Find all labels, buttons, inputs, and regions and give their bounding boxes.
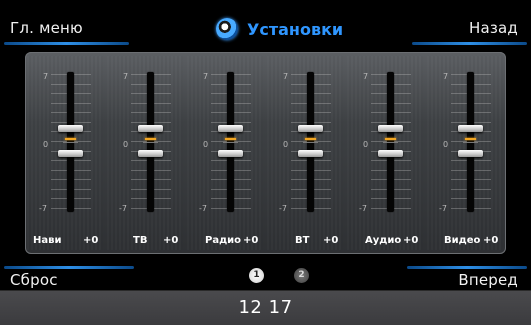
reset-underline: [4, 266, 134, 269]
scale-max-label: 7: [43, 72, 49, 81]
slider-knob[interactable]: [138, 122, 163, 160]
mixer-channel-navi: 7 0 -7 Нави +0: [25, 52, 105, 254]
page-title-group: Установки: [216, 15, 343, 43]
channel-value: +0: [403, 235, 419, 246]
scale-min-label: -7: [359, 204, 367, 213]
scale-zero-label: 0: [283, 140, 289, 149]
status-bar: 12 17: [0, 290, 531, 325]
channel-label: Нави: [33, 235, 62, 246]
scale-zero-label: 0: [363, 140, 369, 149]
scale-max-label: 7: [363, 72, 369, 81]
channel-value: +0: [83, 235, 99, 246]
slider-knob[interactable]: [298, 122, 323, 160]
channel-label: Аудио: [365, 235, 402, 246]
mixer-channel-tv: 7 0 -7 ТВ +0: [105, 52, 185, 254]
slider-knob[interactable]: [458, 122, 483, 160]
mixer-channel-radio: 7 0 -7 Радио +0: [185, 52, 265, 254]
scale-zero-label: 0: [123, 140, 129, 149]
page-indicator-2[interactable]: 2: [294, 268, 309, 283]
channel-value: +0: [163, 235, 179, 246]
channel-label: Радио: [205, 235, 242, 246]
mixer-channel-bt: 7 0 -7 BT +0: [265, 52, 345, 254]
forward-button[interactable]: Вперед: [458, 271, 518, 289]
scale-max-label: 7: [123, 72, 129, 81]
scale-zero-label: 0: [43, 140, 49, 149]
scale-zero-label: 0: [443, 140, 449, 149]
mixer-channel-audio: 7 0 -7 Аудио +0: [345, 52, 425, 254]
slider-knob[interactable]: [378, 122, 403, 160]
scale-min-label: -7: [279, 204, 287, 213]
scale-min-label: -7: [39, 204, 47, 213]
channel-value: +0: [483, 235, 499, 246]
forward-underline: [407, 266, 527, 269]
page-title: Установки: [247, 19, 344, 39]
scale-min-label: -7: [199, 204, 207, 213]
scale-max-label: 7: [443, 72, 449, 81]
main-menu-button[interactable]: Гл. меню: [10, 19, 83, 37]
scale-zero-label: 0: [203, 140, 209, 149]
settings-screen: Гл. меню Установки Назад 7 0 -7 Нави +0 …: [0, 0, 531, 325]
reset-button[interactable]: Сброс: [10, 271, 58, 289]
channel-label: BT: [295, 235, 310, 246]
scale-max-label: 7: [283, 72, 289, 81]
clock: 12 17: [238, 297, 293, 318]
page-indicator-1[interactable]: 1: [249, 268, 264, 283]
main-menu-underline: [4, 42, 129, 45]
back-underline: [412, 42, 527, 45]
channel-label: Видео: [444, 235, 481, 246]
slider-knob[interactable]: [58, 122, 83, 160]
volume-mixer-panel: 7 0 -7 Нави +0 7 0 -7 ТВ +0 7 0 -7 Радио…: [25, 52, 506, 254]
scale-max-label: 7: [203, 72, 209, 81]
mixer-channel-video: 7 0 -7 Видео +0: [425, 52, 505, 254]
back-button[interactable]: Назад: [469, 19, 518, 37]
slider-knob[interactable]: [218, 122, 243, 160]
channel-label: ТВ: [133, 235, 148, 246]
channel-value: +0: [243, 235, 259, 246]
channel-value: +0: [323, 235, 339, 246]
scale-min-label: -7: [119, 204, 127, 213]
scale-min-label: -7: [439, 204, 447, 213]
settings-disc-icon: [216, 18, 238, 40]
